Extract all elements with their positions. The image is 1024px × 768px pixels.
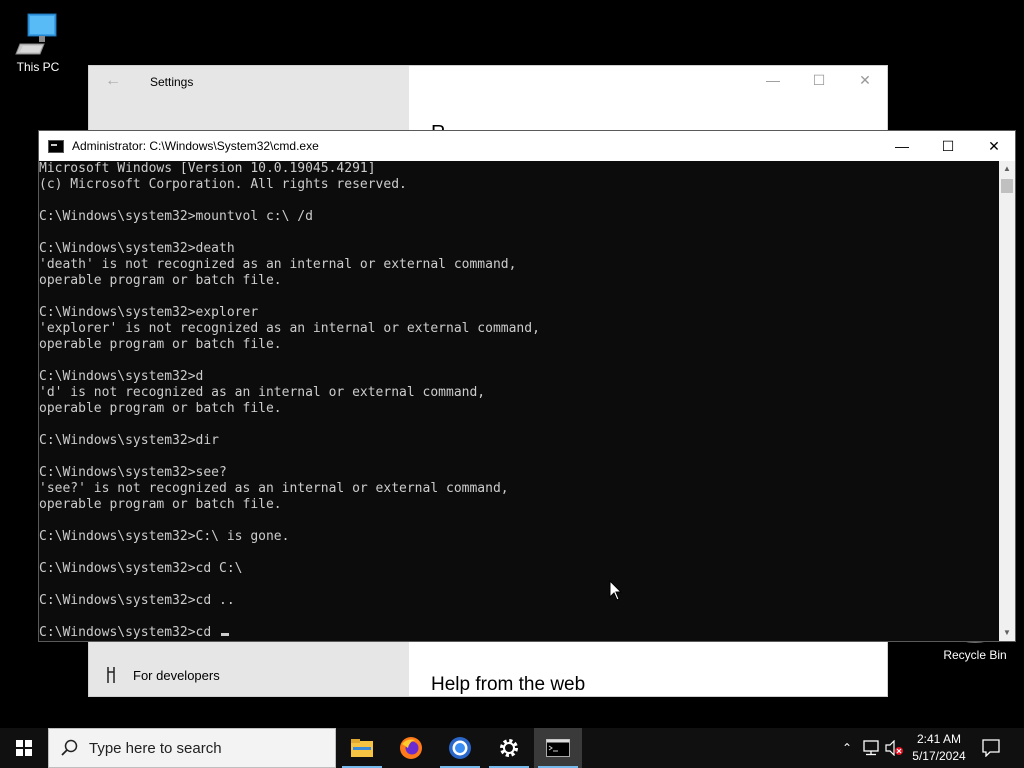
settings-gear-icon [500,739,518,757]
for-developers-label: For developers [133,667,220,683]
cmd-scrollbar[interactable]: ▲ ▼ [999,161,1015,641]
windows-logo-icon [16,740,32,756]
taskbar-file-explorer[interactable] [338,728,386,768]
console-line: operable program or batch file. [39,401,282,416]
settings-close-button[interactable]: ✕ [842,72,888,89]
sidebar-item-for-developers[interactable]: For developers [105,660,220,690]
computer-icon [15,13,57,55]
recycle-bin-label: Recycle Bin [943,648,1007,662]
console-line: C:\Windows\system32>explorer [39,305,259,320]
text-cursor [221,633,230,636]
console-prompt-line[interactable]: C:\Windows\system32>cd [39,625,1001,641]
cmd-close-button[interactable]: ✕ [971,131,1017,161]
start-button[interactable] [0,728,48,768]
console-line: 'death' is not recognized as an internal… [39,257,517,272]
console-line: C:\Windows\system32>mountvol c:\ /d [39,209,313,224]
scroll-up-icon[interactable]: ▲ [999,161,1015,177]
clock-time: 2:41 AM [916,732,962,746]
console-output[interactable]: Microsoft Windows [Version 10.0.19045.42… [39,161,1001,641]
file-explorer-icon [351,739,373,757]
console-line: Microsoft Windows [Version 10.0.19045.42… [39,161,376,176]
search-icon [61,739,78,756]
taskbar-chrome[interactable] [436,728,484,768]
console-line: 'explorer' is not recognized as an inter… [39,321,540,336]
taskbar-command-prompt[interactable] [534,728,582,768]
command-prompt-icon [546,739,570,757]
cmd-title: Administrator: C:\Windows\System32\cmd.e… [72,139,319,153]
firefox-icon [400,737,422,759]
console-line: operable program or batch file. [39,273,282,288]
cmd-titlebar[interactable]: Administrator: C:\Windows\System32\cmd.e… [39,131,1015,161]
developer-tools-icon [107,667,115,683]
console-line: C:\Windows\system32>death [39,241,235,256]
settings-titlebar: ← Settings — ☐ ✕ [89,66,887,100]
cmd-maximize-button[interactable]: ☐ [925,131,971,161]
settings-minimize-button[interactable]: — [750,72,796,88]
clock-date: 5/17/2024 [912,749,966,763]
console-line: 'see?' is not recognized as an internal … [39,481,509,496]
console-line: C:\Windows\system32>cd C:\ [39,561,243,576]
command-prompt-window[interactable]: Administrator: C:\Windows\System32\cmd.e… [38,130,1016,642]
desktop-icon-this-pc[interactable]: This PC [0,8,76,74]
taskbar: Type here to search ⌃ 2:41 AM 5/17/2024 [0,728,1024,768]
show-hidden-icons-icon[interactable]: ⌃ [836,741,858,755]
network-icon[interactable] [860,740,882,756]
chrome-icon [449,737,471,759]
scroll-down-icon[interactable]: ▼ [999,625,1015,641]
system-tray: ⌃ [836,728,906,768]
console-line: C:\Windows\system32>dir [39,433,220,448]
current-prompt: C:\Windows\system32>cd [39,625,220,640]
volume-muted-icon[interactable] [884,740,906,756]
search-placeholder: Type here to search [89,739,222,757]
console-line: C:\Windows\system32>C:\ is gone. [39,529,290,544]
console-line: 'd' is not recognized as an internal or … [39,385,486,400]
settings-maximize-button[interactable]: ☐ [796,72,842,89]
console-line: C:\Windows\system32>cd .. [39,593,235,608]
help-from-web-heading: Help from the web [431,674,586,695]
this-pc-label: This PC [16,60,60,74]
taskbar-firefox[interactable] [387,728,435,768]
action-center-button[interactable] [968,728,1014,768]
console-line: operable program or batch file. [39,497,282,512]
scrollbar-thumb[interactable] [1001,179,1013,193]
taskbar-settings[interactable] [485,728,533,768]
mouse-pointer-icon [609,580,623,601]
console-line: C:\Windows\system32>d [39,369,204,384]
taskbar-clock[interactable]: 2:41 AM 5/17/2024 [904,731,974,765]
console-line: operable program or batch file. [39,337,282,352]
back-arrow-icon[interactable]: ← [105,72,121,90]
notifications-icon [982,739,1000,757]
cmd-minimize-button[interactable]: — [879,131,925,161]
settings-title: Settings [150,75,194,89]
taskbar-search-box[interactable]: Type here to search [48,728,336,768]
console-line: C:\Windows\system32>see? [39,465,227,480]
cmd-app-icon [48,139,64,153]
console-line: (c) Microsoft Corporation. All rights re… [39,177,407,192]
